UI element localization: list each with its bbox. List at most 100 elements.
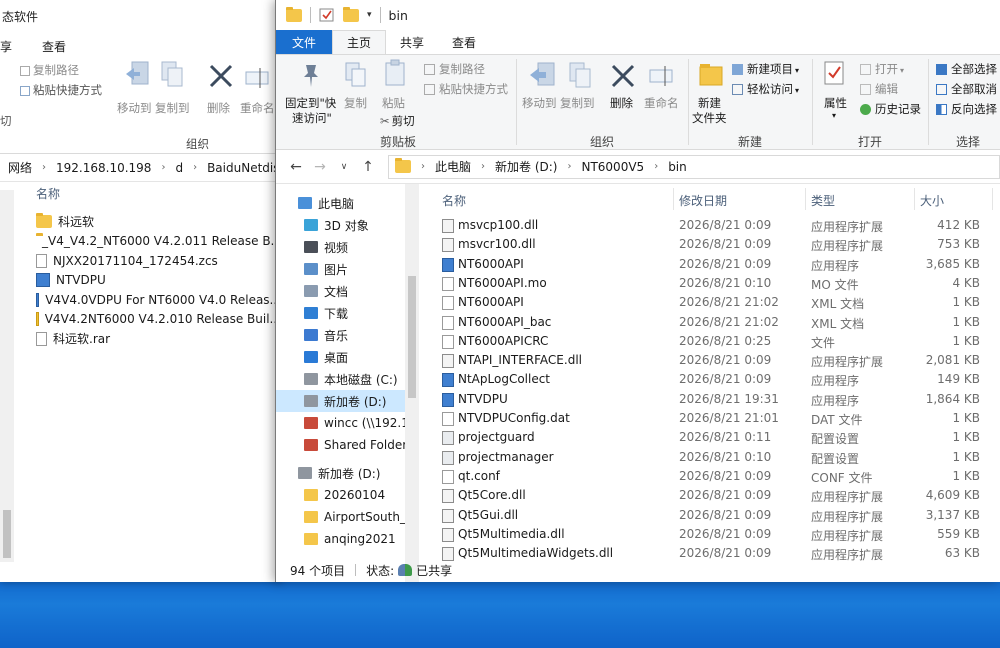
explorer-window[interactable]: ▾ bin 文件 主页 共享 查看 固定到"快 速访问" 复制 粘贴 复制路径 … <box>275 0 1000 582</box>
nav-item[interactable]: 视频 <box>276 236 405 258</box>
chevron-down-icon[interactable]: ▾ <box>367 10 372 20</box>
scrollbar-thumb[interactable] <box>408 276 416 398</box>
column-header-size[interactable]: 大小 <box>920 192 944 209</box>
nav-item[interactable]: 桌面 <box>276 346 405 368</box>
tab-share[interactable]: 共享 <box>386 30 438 54</box>
easy-access-button[interactable]: 轻松访问 ▾ <box>732 81 799 97</box>
delete-button[interactable]: 删除 <box>610 95 633 111</box>
rename-button[interactable]: 重命名 <box>644 95 679 111</box>
column-divider[interactable] <box>914 188 915 210</box>
copy-button[interactable]: 复制 <box>344 95 367 111</box>
breadcrumb-bin[interactable]: bin <box>668 160 687 174</box>
cut-button[interactable]: 切 <box>0 113 12 129</box>
list-item[interactable]: NJXX20171104_172454.zcs <box>36 251 281 271</box>
nav-item[interactable]: Shared Folders <box>276 434 405 456</box>
breadcrumb-network[interactable]: 网络 <box>8 159 32 176</box>
copy-to-button[interactable]: 复制到 <box>155 100 190 116</box>
breadcrumb-ip[interactable]: 192.168.10.198 <box>56 161 151 175</box>
table-row[interactable]: Qt5Core.dll 2026/8/21 0:09 应用程序扩展 4,609 KB <box>422 486 1000 505</box>
nav-item[interactable]: 3D 对象 <box>276 214 405 236</box>
column-divider[interactable] <box>992 188 993 210</box>
column-divider[interactable] <box>805 188 806 210</box>
select-all-button[interactable]: 全部选择 <box>936 61 997 77</box>
copy-path-button[interactable]: 复制路径 <box>20 62 79 78</box>
table-row[interactable]: msvcr100.dll 2026/8/21 0:09 应用程序扩展 753 KB <box>422 235 1000 254</box>
invert-selection-button[interactable]: 反向选择 <box>936 101 997 117</box>
tab-view[interactable]: 查看 <box>32 38 76 55</box>
pin-quick-access-button-line2[interactable]: 速访问" <box>292 110 332 126</box>
background-explorer-window[interactable]: 态软件 享 查看 复制路径 粘贴快捷方式 切 移动到 复制到 删除 重命名 组织… <box>0 0 282 582</box>
back-arrow-icon[interactable]: ← <box>284 159 308 175</box>
nav-item[interactable]: 文档 <box>276 280 405 302</box>
table-row[interactable]: NT6000API.mo 2026/8/21 0:10 MO 文件 4 KB <box>422 274 1000 293</box>
pin-quick-access-button-line1[interactable]: 固定到"快 <box>285 95 336 111</box>
nav-item[interactable]: 20260104 <box>276 484 405 506</box>
rename-button[interactable]: 重命名 <box>240 100 275 116</box>
list-item[interactable]: _V4_V4.2_NT6000 V4.2.011 Release B... <box>36 232 281 252</box>
open-button[interactable]: 打开 ▾ <box>860 61 904 77</box>
recent-locations-chevron-icon[interactable]: ∨ <box>332 162 356 172</box>
nav-item[interactable]: AirportSouth_b <box>276 506 405 528</box>
table-row[interactable]: msvcp100.dll 2026/8/21 0:09 应用程序扩展 412 KB <box>422 216 1000 235</box>
tab-home[interactable]: 主页 <box>332 30 387 54</box>
navigation-scrollbar[interactable] <box>405 184 419 582</box>
table-row[interactable]: projectmanager 2026/8/21 0:10 配置设置 1 KB <box>422 448 1000 467</box>
table-row[interactable]: NTVDPUConfig.dat 2026/8/21 21:01 DAT 文件 1 K… <box>422 409 1000 428</box>
column-header-name[interactable]: 名称 <box>0 182 281 206</box>
scrollbar-thumb[interactable] <box>3 510 11 558</box>
breadcrumb-this-pc[interactable]: 此电脑 <box>435 158 471 175</box>
properties-button[interactable]: 属性 <box>824 95 847 111</box>
edit-button[interactable]: 编辑 <box>860 81 898 97</box>
paste-shortcut-button[interactable]: 粘贴快捷方式 <box>20 82 102 98</box>
table-row[interactable]: NT6000APICRC 2026/8/21 0:25 文件 1 KB <box>422 332 1000 351</box>
nav-item[interactable]: 音乐 <box>276 324 405 346</box>
table-row[interactable]: NTAPI_INTERFACE.dll 2026/8/21 0:09 应用程序扩展 2… <box>422 351 1000 370</box>
new-folder-button-line1[interactable]: 新建 <box>698 95 721 111</box>
list-item[interactable]: 科远软.rar <box>36 329 281 349</box>
cut-button[interactable]: ✂ 剪切 <box>380 113 415 129</box>
table-row[interactable]: Qt5Multimedia.dll 2026/8/21 0:09 应用程序扩展 559… <box>422 525 1000 544</box>
tab-file[interactable]: 文件 <box>276 30 333 54</box>
nav-item[interactable]: 下载 <box>276 302 405 324</box>
list-item[interactable]: V4V4.2NT6000 V4.2.010 Release Buil... <box>36 310 281 330</box>
new-folder-quick-icon[interactable] <box>343 6 359 22</box>
table-row[interactable]: NT6000API 2026/8/21 0:09 应用程序 3,685 KB <box>422 255 1000 274</box>
nav-item[interactable]: 新加卷 (D:) <box>276 462 405 484</box>
breadcrumb-drive-d[interactable]: 新加卷 (D:) <box>495 158 557 175</box>
breadcrumb-baidunetdisk[interactable]: BaiduNetdiskDow <box>207 161 281 175</box>
address-bar[interactable]: 网络 › 192.168.10.198 › d › BaiduNetdiskDo… <box>0 154 281 182</box>
paste-shortcut-button[interactable]: 粘贴快捷方式 <box>424 81 508 97</box>
nav-item[interactable]: wincc (\\192.16 <box>276 412 405 434</box>
address-bar[interactable]: › 此电脑 › 新加卷 (D:) › NT6000V5 › bin <box>388 154 1000 179</box>
table-row[interactable]: NTVDPU 2026/8/21 19:31 应用程序 1,864 KB <box>422 390 1000 409</box>
nav-item[interactable]: 此电脑 <box>276 192 405 214</box>
breadcrumb-d[interactable]: d <box>175 161 183 175</box>
move-to-button[interactable]: 移动到 <box>117 100 152 116</box>
properties-check-icon[interactable] <box>319 8 335 22</box>
paste-button[interactable]: 粘贴 <box>382 95 405 111</box>
delete-button[interactable]: 删除 <box>207 100 230 116</box>
copy-path-button[interactable]: 复制路径 <box>424 61 485 77</box>
list-item[interactable]: 科远软 <box>36 212 281 232</box>
table-row[interactable]: NT6000API_bac 2026/8/21 21:02 XML 文档 1 KB <box>422 313 1000 332</box>
select-none-button[interactable]: 全部取消 <box>936 81 997 97</box>
new-item-button[interactable]: 新建项目 ▾ <box>732 61 799 77</box>
list-item[interactable]: NTVDPU <box>36 271 281 291</box>
copy-to-button[interactable]: 复制到 <box>560 95 595 111</box>
table-row[interactable]: projectguard 2026/8/21 0:11 配置设置 1 KB <box>422 428 1000 447</box>
move-to-button[interactable]: 移动到 <box>522 95 557 111</box>
nav-item[interactable]: 图片 <box>276 258 405 280</box>
column-header-date[interactable]: 修改日期 <box>679 192 727 209</box>
table-row[interactable]: Qt5Gui.dll 2026/8/21 0:09 应用程序扩展 3,137 KB <box>422 506 1000 525</box>
list-item[interactable]: V4V4.0VDPU For NT6000 V4.0 Releas... <box>36 290 281 310</box>
title-bar[interactable]: ▾ bin <box>276 0 1000 30</box>
history-button[interactable]: 历史记录 <box>860 101 921 117</box>
nav-item[interactable]: 新加卷 (D:) <box>276 390 405 412</box>
table-row[interactable]: NT6000API 2026/8/21 21:02 XML 文档 1 KB <box>422 293 1000 312</box>
column-header-name[interactable]: 名称 <box>442 192 466 209</box>
column-divider[interactable] <box>673 188 674 210</box>
breadcrumb-nt6000v5[interactable]: NT6000V5 <box>581 160 644 174</box>
forward-arrow-icon[interactable]: → <box>308 159 332 175</box>
tab-view[interactable]: 查看 <box>438 30 490 54</box>
table-row[interactable]: NtApLogCollect 2026/8/21 0:09 应用程序 149 KB <box>422 370 1000 389</box>
